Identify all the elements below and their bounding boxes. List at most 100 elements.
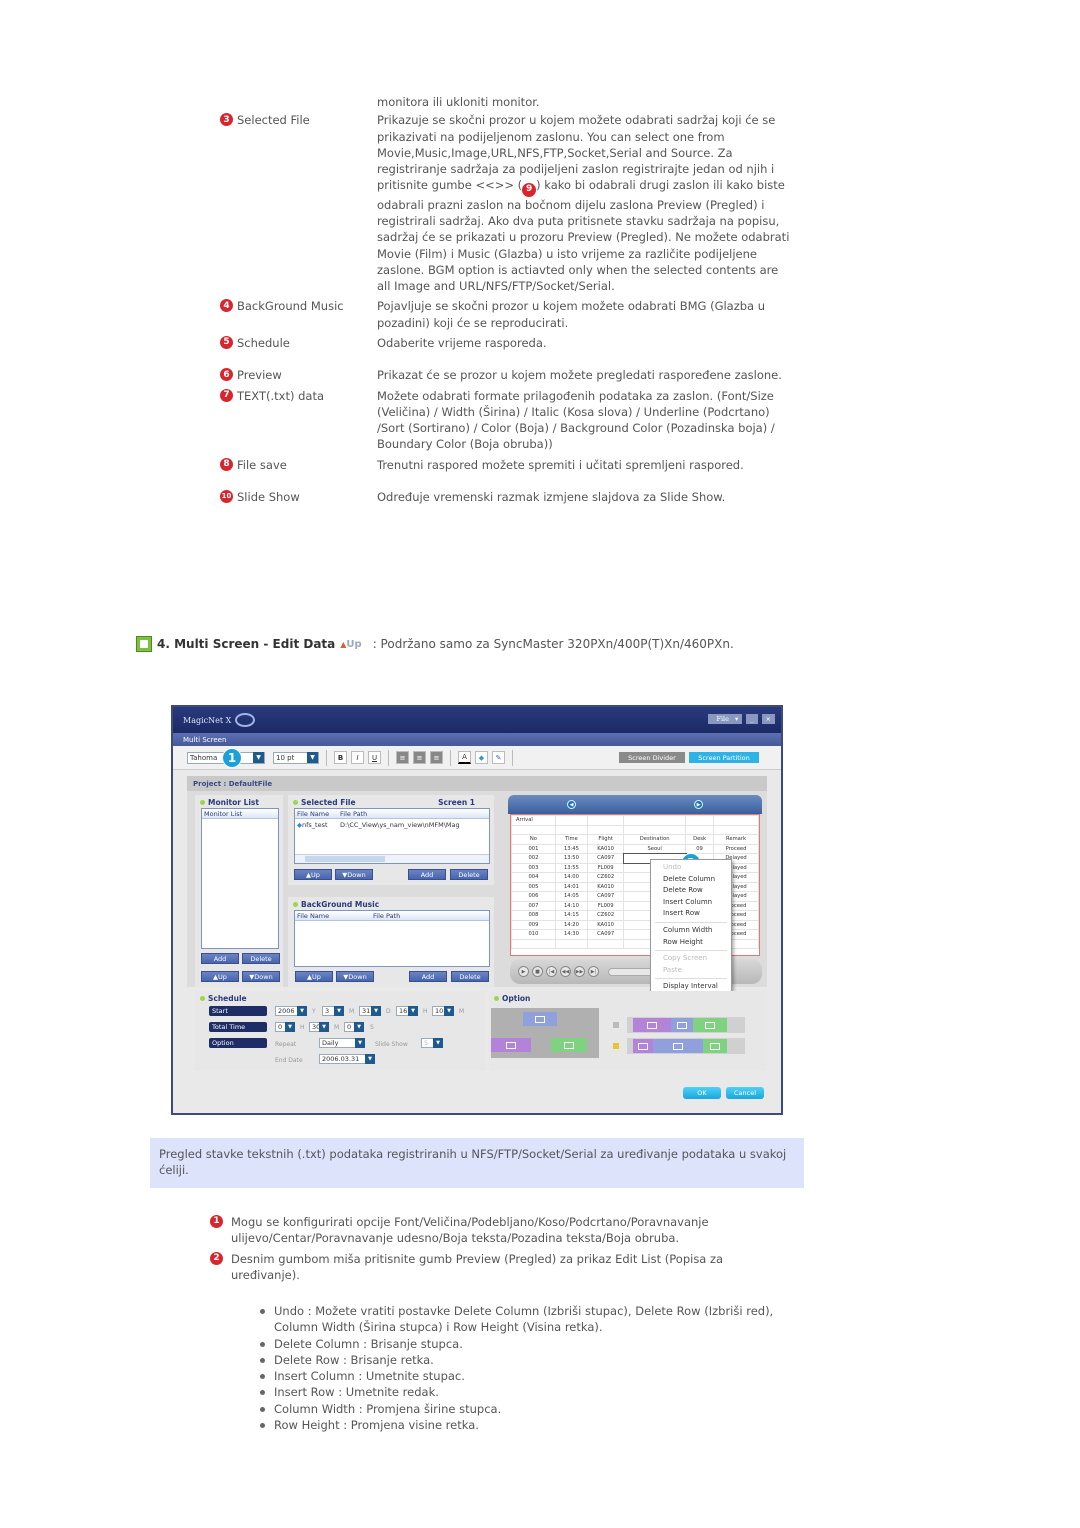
layout-radio-2[interactable] bbox=[613, 1043, 619, 1049]
grid-row[interactable]: 001 13:45 KA010 Seoul 09 Proceed bbox=[511, 843, 759, 854]
align-center-button[interactable]: ≡ bbox=[413, 751, 426, 764]
grid-cell[interactable]: CZ602 bbox=[586, 910, 625, 921]
play-pause-icon[interactable]: ▶ bbox=[518, 966, 529, 977]
menu-item-paste[interactable]: Paste bbox=[651, 965, 731, 977]
screen-divider-button[interactable]: Screen Divider bbox=[619, 752, 685, 763]
day-select[interactable]: 31 ▼ bbox=[359, 1006, 381, 1016]
year-select[interactable]: 2006 ▼ bbox=[275, 1006, 307, 1016]
monitor-listbox[interactable]: Monitor List bbox=[201, 808, 279, 949]
border-color-button[interactable]: ✎ bbox=[492, 751, 505, 764]
grid-cell[interactable]: 007 bbox=[511, 900, 556, 911]
layout-radio-1[interactable] bbox=[613, 1022, 619, 1028]
menu-item-insert-row[interactable]: Insert Row bbox=[651, 908, 731, 920]
slideshow-select[interactable]: 5 ▼ bbox=[421, 1038, 443, 1048]
text-color-button[interactable]: A bbox=[458, 751, 471, 764]
layout-option-2[interactable] bbox=[627, 1038, 745, 1054]
grid-cell[interactable]: 002 bbox=[511, 853, 556, 864]
grid-cell[interactable]: 14:10 bbox=[554, 900, 588, 911]
file-menu-button[interactable]: File ▾ bbox=[708, 714, 743, 724]
cancel-button[interactable]: Cancel bbox=[726, 1087, 764, 1099]
grid-cell[interactable]: 14:20 bbox=[554, 919, 588, 930]
grid-cell[interactable]: Proceed bbox=[713, 843, 759, 854]
next-screen-button[interactable]: ▶ bbox=[694, 800, 703, 809]
grid-cell[interactable]: Seoul bbox=[623, 843, 687, 854]
grid-cell[interactable]: FL009 bbox=[586, 862, 625, 873]
file-up-button[interactable]: ▲ Up bbox=[294, 869, 332, 880]
repeat-select[interactable]: Daily ▼ bbox=[319, 1038, 365, 1048]
background-color-button[interactable]: ◆ bbox=[475, 751, 488, 764]
grid-cell[interactable]: 006 bbox=[511, 891, 556, 902]
grid-cell[interactable]: CZ602 bbox=[586, 872, 625, 883]
month-select[interactable]: 3 ▼ bbox=[322, 1006, 344, 1016]
list-item[interactable]: ◆nfs_test D:\CC_View\ys_nam_view\nMFM\Mag bbox=[295, 819, 489, 830]
bold-button[interactable]: B bbox=[334, 751, 347, 764]
last-icon[interactable]: ▶| bbox=[588, 966, 599, 977]
grid-cell[interactable]: 004 bbox=[511, 872, 556, 883]
grid-cell[interactable]: 13:45 bbox=[554, 843, 588, 854]
menu-item-insert-column[interactable]: Insert Column bbox=[651, 897, 731, 909]
grid-cell[interactable]: 14:01 bbox=[554, 881, 588, 892]
grid-cell[interactable]: CA097 bbox=[586, 853, 625, 864]
layout-preview[interactable] bbox=[491, 1008, 599, 1058]
prev-screen-button[interactable]: ◀ bbox=[567, 800, 576, 809]
menu-item-row-height[interactable]: Row Height bbox=[651, 937, 731, 949]
grid-cell[interactable]: CA097 bbox=[586, 891, 625, 902]
grid-cell[interactable]: 13:55 bbox=[554, 862, 588, 873]
grid-cell[interactable]: KA010 bbox=[586, 881, 625, 892]
close-icon[interactable]: × bbox=[761, 714, 775, 724]
grid-cell[interactable]: 001 bbox=[511, 843, 556, 854]
total-minutes-select[interactable]: 30 ▼ bbox=[309, 1022, 329, 1032]
menu-item-delete-row[interactable]: Delete Row bbox=[651, 885, 731, 897]
bgm-add-button[interactable]: Add bbox=[409, 971, 447, 982]
total-seconds-select[interactable]: 0 ▼ bbox=[344, 1022, 364, 1032]
monitor-add-button[interactable]: Add bbox=[201, 953, 239, 964]
hour-select[interactable]: 16 ▼ bbox=[396, 1006, 418, 1016]
stop-icon[interactable]: ■ bbox=[532, 966, 543, 977]
horizontal-scrollbar[interactable] bbox=[295, 854, 489, 863]
minute-select[interactable]: 10 ▼ bbox=[432, 1006, 454, 1016]
monitor-down-button[interactable]: ▼ Down bbox=[242, 971, 280, 982]
size-select[interactable]: 10 pt ▼ bbox=[273, 751, 319, 764]
grid-cell[interactable]: 008 bbox=[511, 910, 556, 921]
file-down-button[interactable]: ▼ Down bbox=[335, 869, 373, 880]
align-left-button[interactable]: ≡ bbox=[396, 751, 409, 764]
grid-cell[interactable]: CA097 bbox=[586, 929, 625, 940]
file-delete-button[interactable]: Delete bbox=[450, 869, 488, 880]
rewind-icon[interactable]: ◀◀ bbox=[560, 966, 571, 977]
grid-cell[interactable]: 005 bbox=[511, 881, 556, 892]
grid-cell[interactable]: 14:30 bbox=[554, 929, 588, 940]
bgm-up-button[interactable]: ▲ Up bbox=[295, 971, 333, 982]
menu-item-copy-screen[interactable]: Copy Screen bbox=[651, 953, 731, 965]
total-hours-select[interactable]: 0 ▼ bbox=[275, 1022, 295, 1032]
grid-cell[interactable]: 13:50 bbox=[554, 853, 588, 864]
bgm-listbox[interactable]: File Name File Path bbox=[294, 910, 490, 967]
grid-cell[interactable]: 010 bbox=[511, 929, 556, 940]
menu-item-undo[interactable]: Undo bbox=[651, 862, 731, 874]
minimize-icon[interactable]: _ bbox=[746, 714, 758, 724]
grid-cell[interactable]: 14:15 bbox=[554, 910, 588, 921]
first-icon[interactable]: |◀ bbox=[546, 966, 557, 977]
monitor-delete-button[interactable]: Delete bbox=[242, 953, 280, 964]
align-right-button[interactable]: ≡ bbox=[430, 751, 443, 764]
grid-cell[interactable]: KA010 bbox=[586, 843, 625, 854]
grid-cell[interactable]: 14:05 bbox=[554, 891, 588, 902]
ok-button[interactable]: OK bbox=[683, 1087, 721, 1099]
selected-file-listbox[interactable]: File Name File Path ◆nfs_test D:\CC_View\y… bbox=[294, 808, 490, 864]
monitor-up-button[interactable]: ▲ Up bbox=[201, 971, 239, 982]
grid-cell[interactable]: KA010 bbox=[586, 919, 625, 930]
up-link[interactable]: ▲Up bbox=[340, 639, 361, 650]
screen-partition-button[interactable]: Screen Partition bbox=[689, 752, 759, 763]
grid-cell[interactable]: 14:00 bbox=[554, 872, 588, 883]
layout-option-1[interactable] bbox=[627, 1017, 745, 1033]
grid-cell[interactable]: 009 bbox=[511, 919, 556, 930]
end-date-select[interactable]: 2006.03.31 ▼ bbox=[319, 1054, 375, 1064]
file-add-button[interactable]: Add bbox=[408, 869, 446, 880]
grid-cell[interactable]: 003 bbox=[511, 862, 556, 873]
italic-button[interactable]: I bbox=[351, 751, 364, 764]
underline-button[interactable]: U bbox=[368, 751, 381, 764]
menu-item-column-width[interactable]: Column Width bbox=[651, 925, 731, 937]
bgm-down-button[interactable]: ▼ Down bbox=[336, 971, 374, 982]
menu-item-delete-column[interactable]: Delete Column bbox=[651, 874, 731, 886]
forward-icon[interactable]: ▶▶ bbox=[574, 966, 585, 977]
bgm-delete-button[interactable]: Delete bbox=[451, 971, 489, 982]
